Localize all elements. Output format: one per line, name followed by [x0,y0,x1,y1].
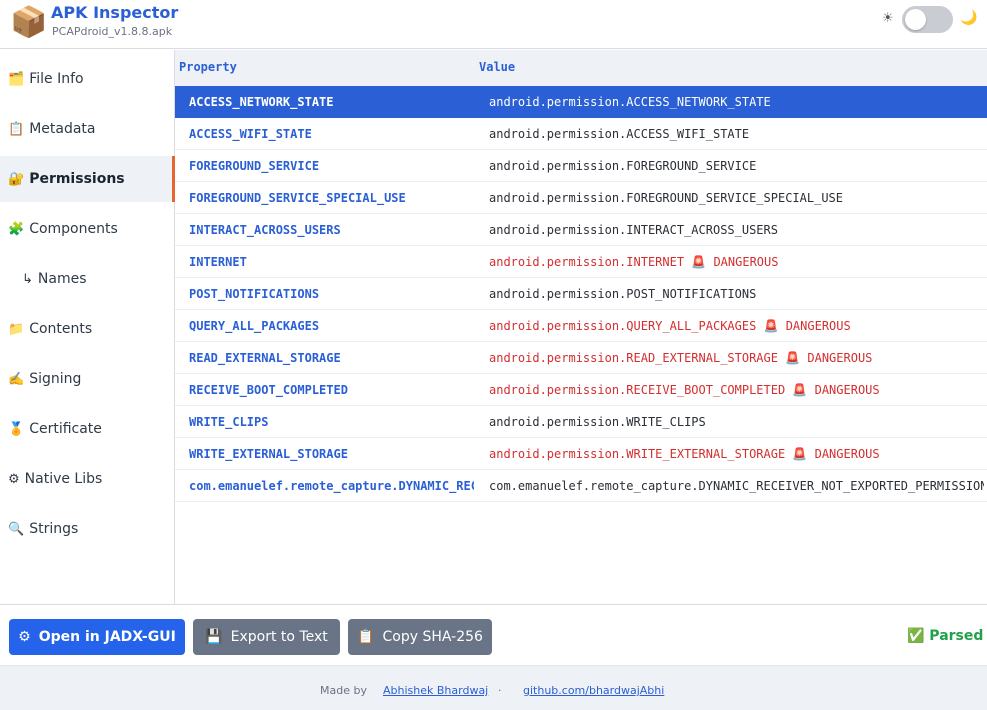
sidebar-item-certificate[interactable]: 🏅 Certificate [0,406,174,452]
export-to-text-button[interactable]: 💾 Export to Text [193,619,340,655]
value-cell: android.permission.POST_NOTIFICATIONS [489,287,757,301]
table-row[interactable]: READ_EXTERNAL_STORAGE android.permission… [175,342,987,374]
property-cell: INTERNET [189,255,247,269]
table-row[interactable]: POST_NOTIFICATIONS android.permission.PO… [175,278,987,310]
sidebar-item-metadata[interactable]: 📋 Metadata [0,106,174,152]
button-label: Copy SHA-256 [382,629,483,645]
copy-sha256-button[interactable]: 📋 Copy SHA-256 [348,619,492,655]
property-cell: FOREGROUND_SERVICE_SPECIAL_USE [189,191,406,205]
value-cell: android.permission.INTERACT_ACROSS_USERS [489,223,778,237]
property-cell: FOREGROUND_SERVICE [189,159,320,173]
value-cell: android.permission.ACCESS_NETWORK_STATE [489,95,771,109]
github-link[interactable]: github.com/bhardwajAbhi [523,684,664,697]
sidebar-item-label: Certificate [29,421,102,437]
sidebar-item-label: Permissions [29,171,125,187]
sidebar-item-label: Native Libs [24,471,103,487]
table-row[interactable]: RECEIVE_BOOT_COMPLETED android.permissio… [175,374,987,406]
puzzle-icon: 🧩 [8,221,25,237]
app-title: APK Inspector [51,3,179,22]
sub-arrow-icon: ↳ [22,271,33,287]
property-cell: INTERACT_ACROSS_USERS [189,223,341,237]
sidebar-item-label: Contents [29,321,93,337]
property-cell: READ_EXTERNAL_STORAGE [189,351,341,365]
sidebar-item-signing[interactable]: ✍️ Signing [0,356,174,402]
sidebar-item-label: Components [29,221,118,237]
sidebar-item-label: File Info [29,71,84,87]
value-cell: android.permission.FOREGROUND_SERVICE_SP… [489,191,844,205]
table-row[interactable]: ACCESS_NETWORK_STATE android.permission.… [175,86,987,118]
table-row[interactable]: INTERNET android.permission.INTERNET 🚨 D… [175,246,987,278]
open-in-jadx-button[interactable]: ⚙ Open in JADX-GUI [9,619,185,655]
table-row[interactable]: ACCESS_WIFI_STATE android.permission.ACC… [175,118,987,150]
sidebar: 🗂️ File Info 📋 Metadata 🔐 Permissions 🧩 … [0,50,175,604]
writing-hand-icon: ✍️ [8,371,25,387]
value-cell-dangerous: android.permission.QUERY_ALL_PACKAGES 🚨 … [489,319,851,333]
sun-icon: ☀ [882,11,894,26]
sidebar-item-label: Metadata [29,121,96,137]
table-row[interactable]: QUERY_ALL_PACKAGES android.permission.QU… [175,310,987,342]
value-cell: android.permission.FOREGROUND_SERVICE [489,159,757,173]
gear-icon: ⚙ [18,629,31,645]
property-cell: WRITE_CLIPS [189,415,269,429]
table-row[interactable]: FOREGROUND_SERVICE android.permission.FO… [175,150,987,182]
app-header: 📦 APK Inspector PCAPdroid_v1.8.8.apk ☀ 🌙 [0,0,987,49]
table-row[interactable]: WRITE_CLIPS android.permission.WRITE_CLI… [175,406,987,438]
sidebar-item-label: Names [37,271,87,287]
sidebar-item-names[interactable]: ↳ Names [0,256,174,302]
theme-toggle[interactable] [902,6,953,33]
sidebar-item-label: Signing [29,371,82,387]
toggle-knob [905,9,926,30]
property-cell: POST_NOTIFICATIONS [189,287,320,301]
gear-icon: ⚙ [8,471,20,487]
floppy-disk-icon: 💾 [205,629,223,645]
property-cell: com.emanuelef.remote_capture.DYNAMIC_REC… [189,479,474,493]
value-cell: android.permission.WRITE_CLIPS [489,415,706,429]
action-bar: ⚙ Open in JADX-GUI 💾 Export to Text 📋 Co… [0,604,987,665]
table-row[interactable]: WRITE_EXTERNAL_STORAGE android.permissio… [175,438,987,470]
sidebar-item-strings[interactable]: 🔍 Strings [0,506,174,552]
column-header-value[interactable]: Value [479,60,515,74]
author-link[interactable]: Abhishek Bhardwaj [383,684,488,697]
button-label: Open in JADX-GUI [38,629,176,645]
value-cell-dangerous: android.permission.RECEIVE_BOOT_COMPLETE… [489,383,880,397]
permissions-table: Property Value ACCESS_NETWORK_STATE andr… [172,50,987,604]
value-cell: android.permission.ACCESS_WIFI_STATE [489,127,750,141]
file-name: PCAPdroid_v1.8.8.apk [52,25,173,38]
table-row[interactable]: INTERACT_ACROSS_USERS android.permission… [175,214,987,246]
sidebar-item-native-libs[interactable]: ⚙ Native Libs [0,456,174,502]
folder-icon: 📁 [8,321,25,337]
medal-icon: 🏅 [8,421,25,437]
footer-separator: · [498,684,502,697]
column-header-property[interactable]: Property [179,60,237,74]
clipboard-icon: 📋 [357,629,375,645]
property-cell: ACCESS_NETWORK_STATE [189,95,334,109]
footer: Made by Abhishek Bhardwaj · github.com/b… [0,665,987,710]
property-cell: QUERY_ALL_PACKAGES [189,319,320,333]
sidebar-item-contents[interactable]: 📁 Contents [0,306,174,352]
table-row[interactable]: com.emanuelef.remote_capture.DYNAMIC_RE C… [175,470,987,502]
file-cabinet-icon: 🗂️ [8,71,25,87]
value-cell-dangerous: android.permission.INTERNET 🚨 DANGEROUS [489,255,779,269]
sidebar-item-components[interactable]: 🧩 Components [0,206,174,252]
package-icon: 📦 [10,5,48,40]
parse-status: ✅ Parsed [907,628,984,644]
table-row[interactable]: FOREGROUND_SERVICE_SPECIAL_USE android.p… [175,182,987,214]
table-header: Property Value [175,50,987,86]
sidebar-item-permissions[interactable]: 🔐 Permissions [0,156,174,202]
clipboard-icon: 📋 [8,121,25,137]
button-label: Export to Text [230,629,328,645]
value-cell-dangerous: android.permission.READ_EXTERNAL_STORAGE… [489,351,873,365]
sidebar-item-file-info[interactable]: 🗂️ File Info [0,56,174,102]
sidebar-item-label: Strings [29,521,79,537]
property-cell: ACCESS_WIFI_STATE [189,127,312,141]
value-cell: com.emanuelef.remote_capture.DYNAMIC_REC… [489,479,984,493]
property-cell: RECEIVE_BOOT_COMPLETED [189,383,348,397]
moon-icon: 🌙 [960,10,978,26]
value-cell-dangerous: android.permission.WRITE_EXTERNAL_STORAG… [489,447,880,461]
made-by-label: Made by [320,684,367,697]
property-cell: WRITE_EXTERNAL_STORAGE [189,447,348,461]
magnifier-icon: 🔍 [8,521,25,537]
lock-icon: 🔐 [8,171,25,187]
